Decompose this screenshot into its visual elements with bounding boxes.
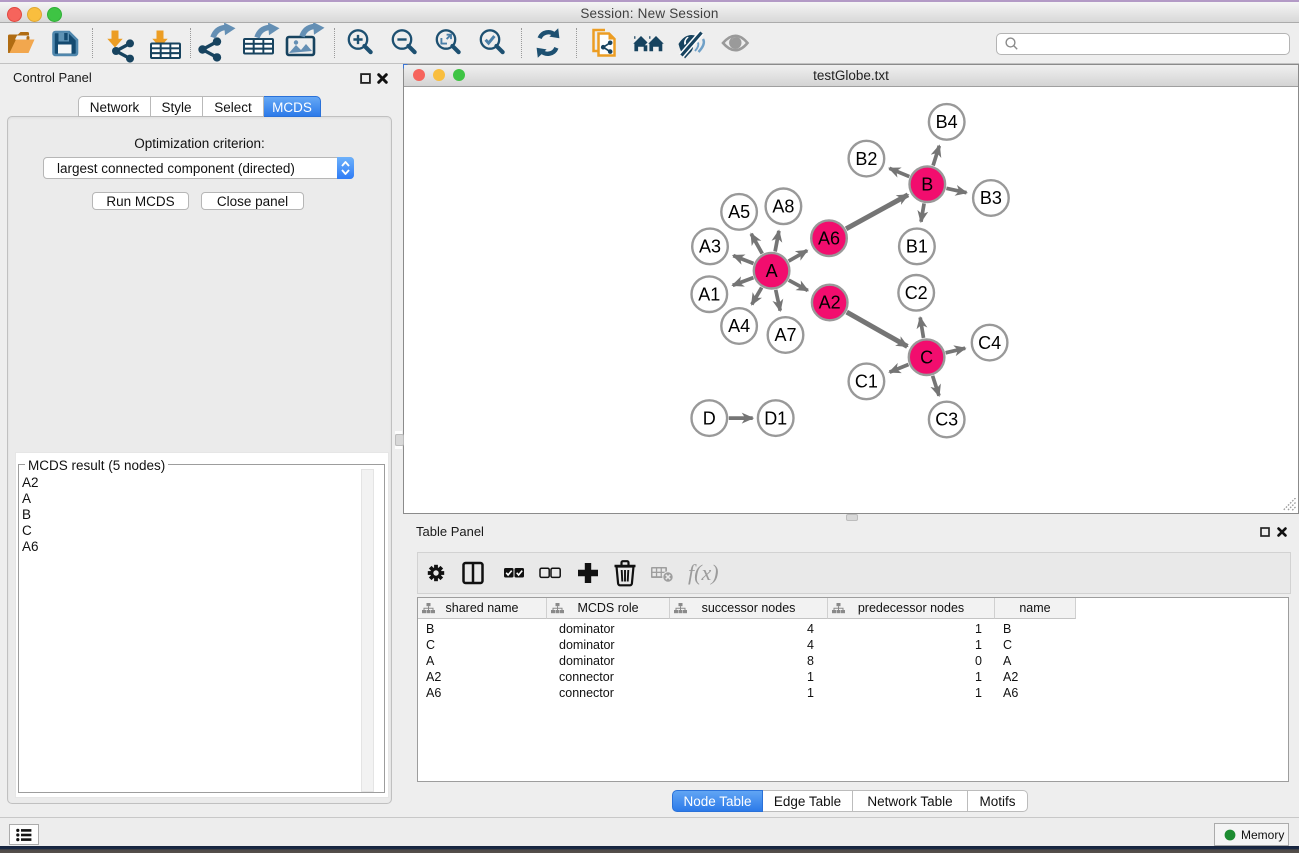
svg-text:C3: C3 (935, 410, 958, 430)
svg-text:D1: D1 (764, 408, 787, 428)
svg-text:A4: A4 (728, 316, 750, 336)
svg-text:A7: A7 (774, 325, 796, 345)
svg-text:C1: C1 (855, 372, 878, 392)
svg-text:A: A (766, 261, 778, 281)
svg-text:B2: B2 (855, 149, 877, 169)
svg-text:A8: A8 (772, 197, 794, 217)
svg-text:A6: A6 (818, 228, 840, 248)
svg-text:B: B (921, 174, 933, 194)
svg-text:A3: A3 (699, 237, 721, 257)
svg-text:B1: B1 (906, 237, 928, 257)
svg-text:A5: A5 (728, 202, 750, 222)
svg-text:B3: B3 (980, 188, 1002, 208)
svg-text:C: C (920, 347, 933, 367)
svg-text:C2: C2 (905, 283, 928, 303)
svg-text:A2: A2 (819, 293, 841, 313)
svg-text:f(x): f(x) (688, 560, 719, 585)
svg-text:C4: C4 (978, 333, 1001, 353)
svg-text:B4: B4 (936, 112, 958, 132)
svg-text:A1: A1 (698, 284, 720, 304)
svg-text:D: D (703, 408, 716, 428)
